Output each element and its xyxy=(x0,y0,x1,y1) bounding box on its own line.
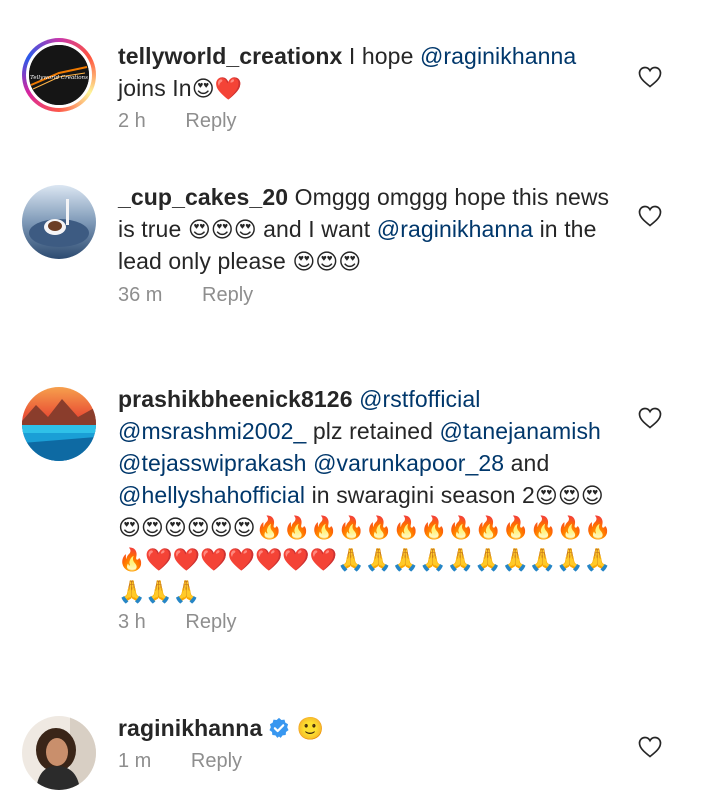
comment-body-text: joins In xyxy=(118,75,192,101)
reply-button[interactable]: Reply xyxy=(202,284,253,307)
comment-text: prashikbheenick8126 @rstfofficial @msras… xyxy=(118,383,618,607)
mention-link[interactable]: @rstfofficial xyxy=(359,386,480,412)
comment-body-text: and I want xyxy=(256,216,377,242)
emoji-sequence: 😍😍😍 xyxy=(292,250,362,275)
avatar-cup-cakes-20[interactable] xyxy=(22,185,96,259)
comment-timestamp: 1 m xyxy=(118,750,152,772)
reply-button[interactable]: Reply xyxy=(185,110,236,133)
comment-text: raginikhanna 🙂 xyxy=(118,712,618,744)
comment-text: _cup_cakes_20 Omggg omggg hope this news… xyxy=(118,181,618,277)
heart-outline-icon[interactable] xyxy=(638,407,662,429)
mention-link[interactable]: @hellyshahofficial xyxy=(118,482,305,508)
avatar-logo-text: Tellyworld Creations xyxy=(30,75,88,81)
comment-body-text: in swaragini season 2 xyxy=(305,482,535,508)
avatar-raginikhanna[interactable] xyxy=(22,716,96,790)
avatar-tellyworld-creationx[interactable]: Tellyworld Creations xyxy=(22,38,96,112)
comment-username[interactable]: _cup_cakes_20 xyxy=(118,184,288,210)
mention-link[interactable]: @raginikhanna xyxy=(377,216,533,242)
mention-link[interactable]: @tejasswiprakash xyxy=(118,450,307,476)
mention-link[interactable]: @raginikhanna xyxy=(420,43,576,69)
comment-username[interactable]: prashikbheenick8126 xyxy=(118,386,353,412)
comment-body-text: and xyxy=(504,450,550,476)
comment-body-text: plz retained xyxy=(306,418,440,444)
comment-timestamp: 2 h xyxy=(118,110,146,132)
comment-username[interactable]: tellyworld_creationx xyxy=(118,43,342,69)
heart-outline-icon[interactable] xyxy=(638,66,662,88)
heart-outline-icon[interactable] xyxy=(638,205,662,227)
comment-text: tellyworld_creationx I hope @raginikhann… xyxy=(118,40,618,104)
heart-outline-icon[interactable] xyxy=(638,736,662,758)
comment-body-text: I hope xyxy=(342,43,420,69)
mention-link[interactable]: @msrashmi2002_ xyxy=(118,418,306,444)
reply-button[interactable]: Reply xyxy=(191,750,242,773)
comment-username[interactable]: raginikhanna xyxy=(118,715,262,741)
emoji-sequence: 😍❤️ xyxy=(191,77,243,102)
comment-timestamp: 3 h xyxy=(118,611,146,633)
reply-button[interactable]: Reply xyxy=(185,611,236,634)
emoji-sequence: 😍😍😍 xyxy=(187,218,257,243)
emoji-sequence: 🙂 xyxy=(296,717,325,742)
mention-link[interactable]: @varunkapoor_28 xyxy=(313,450,504,476)
avatar-prashikbheenick8126[interactable] xyxy=(22,387,96,461)
verified-badge-icon xyxy=(269,717,289,738)
comment-timestamp: 36 m xyxy=(118,284,163,306)
mention-link[interactable]: @tanejanamish xyxy=(439,418,600,444)
